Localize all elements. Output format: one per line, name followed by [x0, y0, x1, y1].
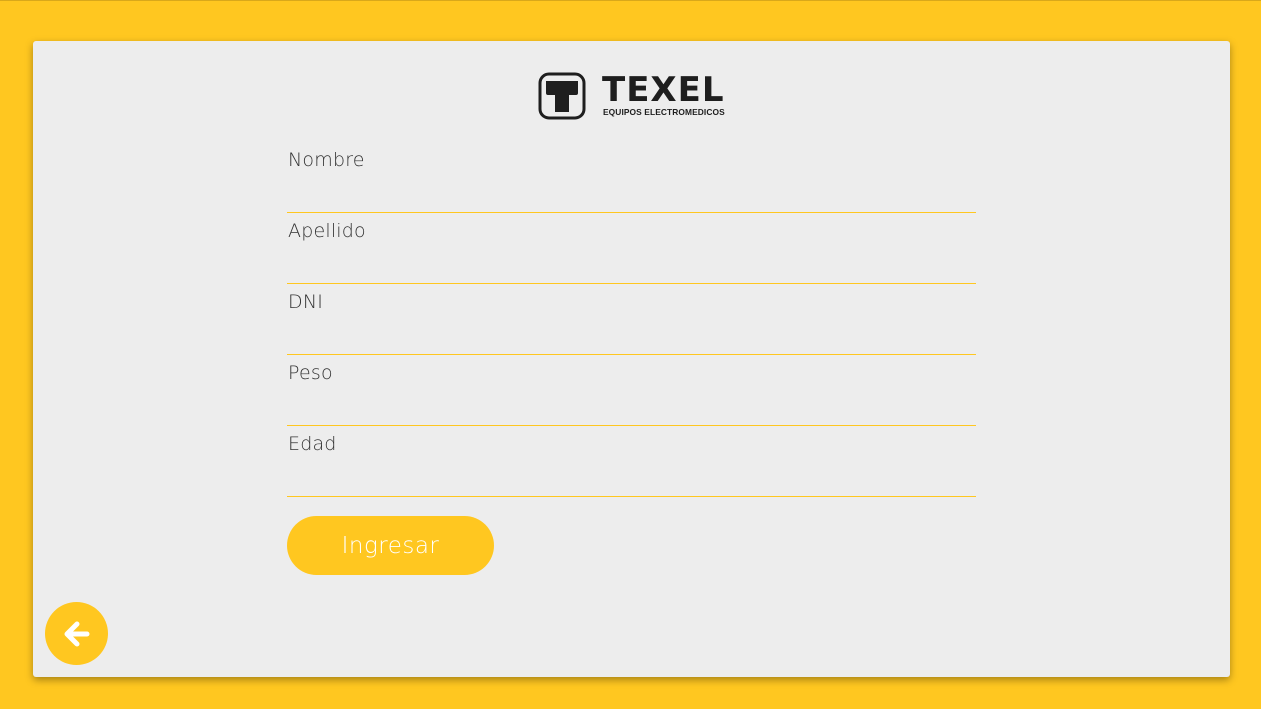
nombre-label: Nombre — [288, 149, 365, 171]
apellido-input[interactable] — [287, 254, 976, 284]
nombre-input[interactable] — [287, 183, 976, 213]
field-edad: Edad — [287, 431, 976, 502]
back-button[interactable] — [45, 602, 108, 665]
ingresar-button[interactable]: Ingresar — [287, 516, 494, 575]
edad-input[interactable] — [287, 467, 976, 497]
field-apellido: Apellido — [287, 218, 976, 289]
brand-name: TEXEL — [602, 70, 725, 110]
peso-input[interactable] — [287, 396, 976, 426]
texel-logo-icon — [538, 72, 586, 120]
apellido-label: Apellido — [288, 220, 366, 242]
patient-form: Nombre Apellido DNI Peso Edad — [287, 147, 976, 502]
edad-label: Edad — [288, 433, 337, 455]
dni-input[interactable] — [287, 325, 976, 355]
brand-logo: TEXEL EQUIPOS ELECTROMEDICOS — [538, 70, 728, 122]
dni-label: DNI — [288, 291, 324, 313]
field-peso: Peso — [287, 360, 976, 431]
brand-tagline: EQUIPOS ELECTROMEDICOS — [603, 107, 725, 117]
field-dni: DNI — [287, 289, 976, 360]
peso-label: Peso — [288, 362, 333, 384]
arrow-left-icon — [64, 621, 89, 646]
form-card: TEXEL EQUIPOS ELECTROMEDICOS Nombre Apel… — [33, 41, 1230, 677]
field-nombre: Nombre — [287, 147, 976, 218]
top-border — [0, 0, 1261, 1]
